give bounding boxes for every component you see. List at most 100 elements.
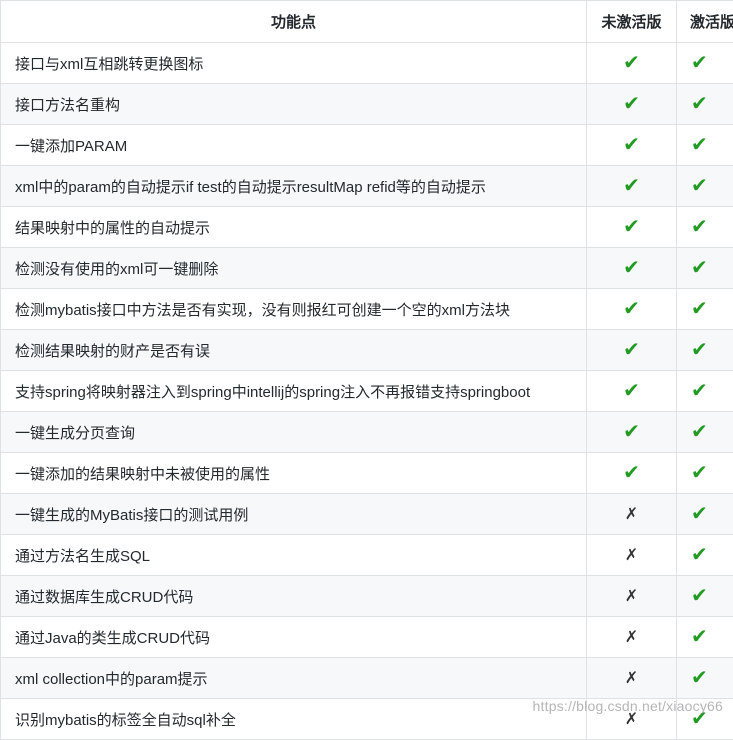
feature-name: 支持spring将映射器注入到spring中intellij的spring注入不… xyxy=(1,371,587,412)
table-row: xml中的param的自动提示if test的自动提示resultMap ref… xyxy=(1,166,733,207)
activated-support-cell: ✔ xyxy=(677,576,733,617)
check-icon: ✔ xyxy=(691,709,708,729)
feature-name: 通过方法名生成SQL xyxy=(1,535,587,576)
table-row: 一键生成分页查询 ✔ ✔ xyxy=(1,412,733,453)
check-icon: ✔ xyxy=(623,422,640,442)
table-row: 检测结果映射的财产是否有误 ✔ ✔ xyxy=(1,330,733,371)
check-icon: ✔ xyxy=(691,627,708,647)
table-row: xml collection中的param提示✗ ✔ xyxy=(1,658,733,699)
table-row: 检测mybatis接口中方法是否有实现，没有则报红可创建一个空的xml方法块 ✔ ✔ xyxy=(1,289,733,330)
unactivated-support-cell: ✔ xyxy=(587,371,677,412)
table-row: 识别mybatis的标签全自动sql补全 ✗ ✔ xyxy=(1,699,733,740)
check-icon: ✔ xyxy=(691,340,708,360)
feature-name: 接口与xml互相跳转更换图标 xyxy=(1,43,587,84)
unactivated-support-cell: ✔ xyxy=(587,412,677,453)
table-row: 接口方法名重构 ✔ ✔ xyxy=(1,84,733,125)
check-icon: ✔ xyxy=(691,176,708,196)
unactivated-support-cell: ✔ xyxy=(587,43,677,84)
table-row: 一键生成的MyBatis接口的测试用例 ✗ ✔ xyxy=(1,494,733,535)
check-icon: ✔ xyxy=(691,504,708,524)
check-icon: ✔ xyxy=(691,94,708,114)
unactivated-support-cell: ✔ xyxy=(587,166,677,207)
unactivated-support-cell: ✔ xyxy=(587,453,677,494)
activated-support-cell: ✔ xyxy=(677,494,733,535)
check-icon: ✔ xyxy=(691,258,708,278)
feature-name: 结果映射中的属性的自动提示 xyxy=(1,207,587,248)
check-icon: ✔ xyxy=(623,299,640,319)
feature-name: 一键生成分页查询 xyxy=(1,412,587,453)
cross-icon: ✗ xyxy=(625,507,638,523)
check-icon: ✔ xyxy=(623,463,640,483)
header-unactivated: 未激活版 xyxy=(587,1,677,43)
check-icon: ✔ xyxy=(691,545,708,565)
feature-name: 一键添加PARAM xyxy=(1,125,587,166)
check-icon: ✔ xyxy=(623,217,640,237)
table-row: 一键添加PARAM ✔ ✔ xyxy=(1,125,733,166)
cross-icon: ✗ xyxy=(625,712,638,728)
check-icon: ✔ xyxy=(691,53,708,73)
unactivated-support-cell: ✔ xyxy=(587,84,677,125)
table-row: 检测没有使用的xml可一键删除 ✔ ✔ xyxy=(1,248,733,289)
feature-comparison-table: 功能点 未激活版 激活版 接口与xml互相跳转更换图标✔✔接口方法名重构✔✔一键… xyxy=(0,0,733,740)
cross-icon: ✗ xyxy=(625,589,638,605)
feature-name: 接口方法名重构 xyxy=(1,84,587,125)
activated-support-cell: ✔ xyxy=(677,658,733,699)
check-icon: ✔ xyxy=(691,135,708,155)
unactivated-support-cell: ✗ xyxy=(587,494,677,535)
feature-name: 检测mybatis接口中方法是否有实现，没有则报红可创建一个空的xml方法块 xyxy=(1,289,587,330)
check-icon: ✔ xyxy=(623,135,640,155)
activated-support-cell: ✔ xyxy=(677,699,733,740)
unactivated-support-cell: ✗ xyxy=(587,617,677,658)
table-row: 接口与xml互相跳转更换图标 ✔ ✔ xyxy=(1,43,733,84)
activated-support-cell: ✔ xyxy=(677,412,733,453)
unactivated-support-cell: ✗ xyxy=(587,535,677,576)
activated-support-cell: ✔ xyxy=(677,289,733,330)
table-row: 结果映射中的属性的自动提示 ✔ ✔ xyxy=(1,207,733,248)
table-header: 功能点 未激活版 激活版 xyxy=(1,1,733,43)
feature-name: 检测没有使用的xml可一键删除 xyxy=(1,248,587,289)
table-row: 支持spring将映射器注入到spring中intellij的spring注入不… xyxy=(1,371,733,412)
feature-name: 检测结果映射的财产是否有误 xyxy=(1,330,587,371)
feature-name: 一键生成的MyBatis接口的测试用例 xyxy=(1,494,587,535)
feature-name: xml中的param的自动提示if test的自动提示resultMap ref… xyxy=(1,166,587,207)
activated-support-cell: ✔ xyxy=(677,248,733,289)
header-feature: 功能点 xyxy=(1,1,587,43)
check-icon: ✔ xyxy=(623,53,640,73)
feature-name: 一键添加的结果映射中未被使用的属性 xyxy=(1,453,587,494)
activated-support-cell: ✔ xyxy=(677,330,733,371)
feature-name: 通过Java的类生成CRUD代码 xyxy=(1,617,587,658)
activated-support-cell: ✔ xyxy=(677,166,733,207)
unactivated-support-cell: ✔ xyxy=(587,207,677,248)
check-icon: ✔ xyxy=(691,381,708,401)
activated-support-cell: ✔ xyxy=(677,535,733,576)
activated-support-cell: ✔ xyxy=(677,453,733,494)
check-icon: ✔ xyxy=(623,94,640,114)
table-row: 通过方法名生成SQL ✗ ✔ xyxy=(1,535,733,576)
unactivated-support-cell: ✔ xyxy=(587,289,677,330)
feature-name: 识别mybatis的标签全自动sql补全 xyxy=(1,699,587,740)
table-body: 接口与xml互相跳转更换图标 ✔ ✔ 接口方法名重构 ✔ ✔ 一键添加PARAM ✔ ✔ xml中… xyxy=(1,43,733,740)
activated-support-cell: ✔ xyxy=(677,84,733,125)
check-icon: ✔ xyxy=(623,258,640,278)
check-icon: ✔ xyxy=(691,668,708,688)
unactivated-support-cell: ✔ xyxy=(587,125,677,166)
header-row: 功能点 未激活版 激活版 xyxy=(1,1,733,43)
header-activated: 激活版 xyxy=(677,1,733,43)
check-icon: ✔ xyxy=(691,463,708,483)
check-icon: ✔ xyxy=(623,340,640,360)
table-row: 一键添加的结果映射中未被使用的属性 ✔ ✔ xyxy=(1,453,733,494)
cross-icon: ✗ xyxy=(625,548,638,564)
check-icon: ✔ xyxy=(623,176,640,196)
check-icon: ✔ xyxy=(691,586,708,606)
check-icon: ✔ xyxy=(623,381,640,401)
activated-support-cell: ✔ xyxy=(677,617,733,658)
feature-name: 通过数据库生成CRUD代码 xyxy=(1,576,587,617)
check-icon: ✔ xyxy=(691,217,708,237)
unactivated-support-cell: ✗ xyxy=(587,576,677,617)
unactivated-support-cell: ✗ xyxy=(587,699,677,740)
activated-support-cell: ✔ xyxy=(677,371,733,412)
table-row: 通过Java的类生成CRUD代码✗ ✔ xyxy=(1,617,733,658)
feature-name: xml collection中的param提示 xyxy=(1,658,587,699)
unactivated-support-cell: ✔ xyxy=(587,330,677,371)
unactivated-support-cell: ✗ xyxy=(587,658,677,699)
